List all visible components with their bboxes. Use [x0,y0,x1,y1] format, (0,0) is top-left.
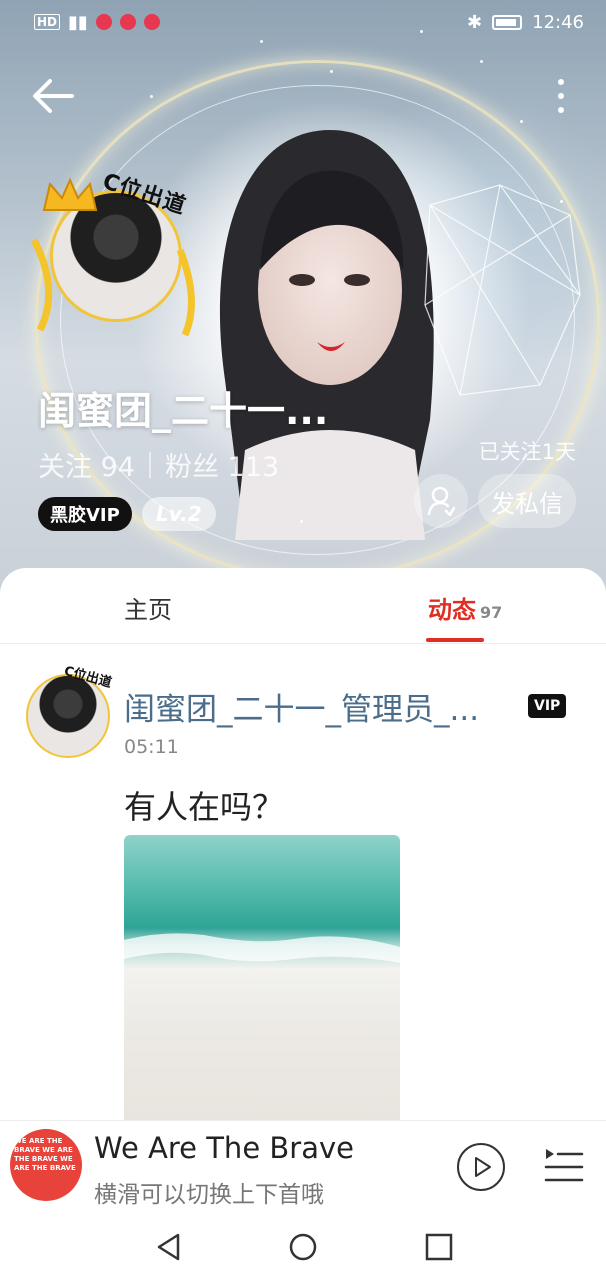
badges: 黑胶VIP Lv.2 [38,497,216,531]
user-icon [427,486,455,516]
follow-stats: 关注 94 粉丝 113 [38,445,279,484]
following-label: 关注 [38,452,92,483]
send-message-button[interactable]: 发私信 [478,474,576,528]
tab-bar: 主页 动态 97 [0,568,606,644]
tab-feed[interactable]: 动态 97 [428,590,502,625]
tab-home[interactable]: 主页 [124,590,172,625]
post-text: 有人在吗？ [124,788,285,826]
post-time: 05:11 [124,736,179,758]
profile-header: HD ▮▮ ✱ 12:46 C位出道 闺蜜团_二十一... 关注 94 粉丝 1… [0,0,606,600]
album-cover-text: WE ARE THE BRAVE WE ARE THE BRAVE WE ARE… [14,1137,76,1172]
following-stat[interactable]: 关注 94 [38,445,135,484]
play-icon[interactable] [456,1142,506,1192]
level-badge[interactable]: Lv.2 [141,497,216,531]
avatar-frame-ribbon [30,238,195,337]
active-tab-indicator [426,638,484,642]
status-bar: HD ▮▮ ✱ 12:46 [0,0,606,44]
fans-stat[interactable]: 粉丝 113 [165,445,279,484]
nav-home-icon[interactable] [288,1232,318,1262]
nav-recents-icon[interactable] [424,1232,454,1262]
post-image[interactable] [124,835,400,1125]
constellation-art [424,184,581,396]
stats-divider [148,451,151,478]
clock: 12:46 [532,11,584,33]
fans-label: 粉丝 [164,452,219,483]
more-options-icon[interactable] [552,76,570,116]
followed-days: 已关注1天 [478,440,576,464]
playlist-icon[interactable] [544,1145,584,1185]
following-count: 94 [100,452,135,483]
vip-badge[interactable]: 黑胶VIP [38,497,132,531]
app-notification-icon [95,14,112,30]
battery-icon [492,14,523,30]
network-badge: HD [34,14,61,30]
app-notification-icon [119,14,136,30]
bluetooth-icon: ✱ [467,11,483,33]
song-title: We Are The Brave [94,1131,354,1165]
tab-feed-count: 97 [480,603,503,622]
post-author-name[interactable]: 闺蜜团_二十一_管理员_... [124,684,514,729]
nav-back-icon[interactable] [154,1232,184,1262]
system-nav-bar [0,1212,606,1280]
beach-wave-art [124,933,400,963]
fans-count: 113 [227,452,280,483]
album-cover[interactable]: WE ARE THE BRAVE WE ARE THE BRAVE WE ARE… [10,1129,82,1201]
app-notification-icon [143,14,160,30]
user-settings-button[interactable] [414,474,468,528]
username: 闺蜜团_二十一... [38,389,329,433]
song-hint: 横滑可以切换上下首哦 [94,1182,324,1208]
crown-icon [42,177,98,211]
avatar[interactable]: C位出道 [30,169,202,342]
back-arrow-icon[interactable] [30,76,76,116]
tab-feed-label: 动态 [428,596,476,624]
post-vip-badge: VIP [528,694,567,718]
signal-icon: ▮▮ [68,11,88,33]
mini-player[interactable]: WE ARE THE BRAVE WE ARE THE BRAVE WE ARE… [0,1120,606,1212]
